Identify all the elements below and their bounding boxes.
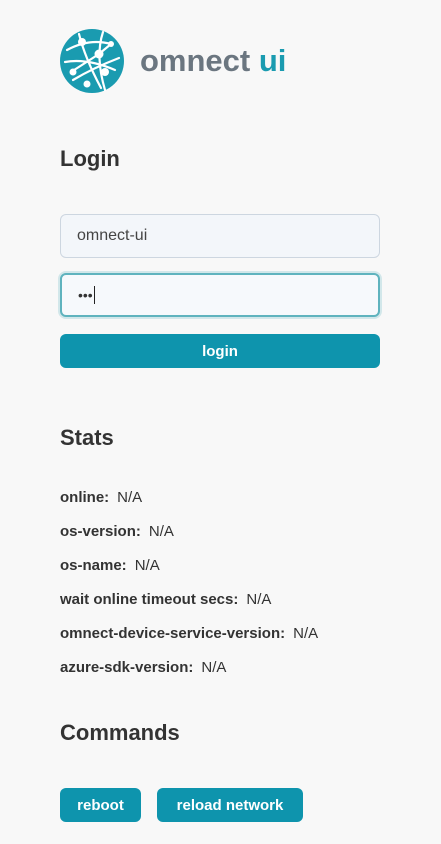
- password-mask: •••: [78, 287, 93, 303]
- stat-key: os-name:: [60, 557, 127, 574]
- username-field[interactable]: omnect-ui: [60, 214, 380, 258]
- page: omnect ui Login omnect-ui ••• login Stat…: [0, 0, 441, 844]
- reboot-button[interactable]: reboot: [60, 788, 141, 822]
- login-button[interactable]: login: [60, 334, 380, 368]
- stat-value: N/A: [148, 523, 174, 540]
- header: omnect ui: [59, 28, 286, 94]
- brand-accent: ui: [258, 43, 287, 78]
- reload-network-button[interactable]: reload network: [157, 788, 303, 822]
- stat-value: N/A: [117, 489, 143, 506]
- stat-key: os-version:: [60, 523, 141, 540]
- stat-key: online:: [60, 489, 110, 506]
- app-title: omnect ui: [140, 43, 286, 79]
- stats-heading: Stats: [60, 425, 114, 450]
- password-field[interactable]: •••: [60, 273, 380, 317]
- stat-key: azure-sdk-version:: [60, 659, 194, 676]
- stat-row-os-version: os-version: N/A: [60, 523, 318, 557]
- commands-heading: Commands: [60, 720, 180, 745]
- stat-key: omnect-device-service-version:: [60, 625, 286, 642]
- username-value: omnect-ui: [77, 227, 148, 244]
- stat-row-online: online: N/A: [60, 489, 318, 523]
- stat-value: N/A: [246, 591, 272, 608]
- stats-list: online: N/A os-version: N/A os-name: N/A…: [60, 489, 318, 693]
- stat-value: N/A: [201, 659, 227, 676]
- login-heading: Login: [60, 146, 120, 171]
- stat-row-wait-online-timeout: wait online timeout secs: N/A: [60, 591, 318, 625]
- brand-name: omnect: [140, 43, 251, 78]
- text-caret: [93, 286, 95, 304]
- stat-key: wait online timeout secs:: [60, 591, 239, 608]
- globe-network-icon: [60, 29, 124, 93]
- stat-row-azure-sdk-version: azure-sdk-version: N/A: [60, 659, 318, 693]
- stat-value: N/A: [134, 557, 160, 574]
- stat-row-device-service-version: omnect-device-service-version: N/A: [60, 625, 318, 659]
- stat-row-os-name: os-name: N/A: [60, 557, 318, 591]
- stat-value: N/A: [293, 625, 319, 642]
